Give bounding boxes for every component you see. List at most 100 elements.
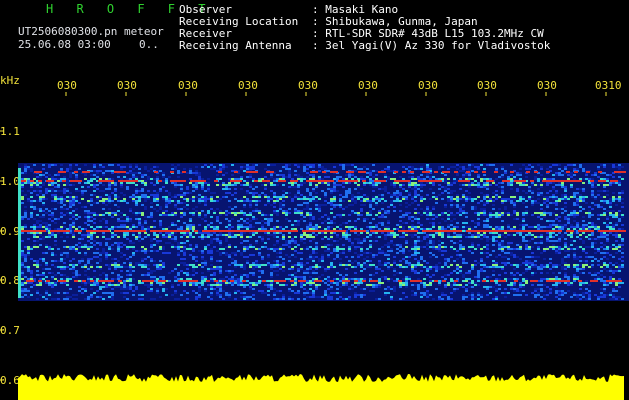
noise-cell — [564, 256, 567, 258]
noise-cell — [147, 236, 150, 238]
noise-cell — [297, 220, 300, 222]
noise-cell — [540, 242, 543, 244]
noise-cell — [258, 254, 261, 256]
noise-cell — [426, 214, 429, 216]
noise-cell — [183, 212, 186, 214]
noise-cell — [150, 246, 153, 248]
noise-cell — [564, 166, 567, 168]
noise-cell — [318, 198, 321, 200]
noise-cell — [69, 288, 72, 290]
noise-cell — [567, 196, 570, 198]
noise-cell — [465, 178, 468, 180]
noise-cell — [27, 190, 30, 192]
noise-cell — [399, 210, 402, 212]
noise-cell — [468, 250, 471, 252]
noise-cell — [333, 258, 336, 260]
noise-cell — [597, 206, 600, 208]
noise-cell — [108, 284, 111, 286]
noise-cell — [39, 282, 42, 284]
noise-cell — [603, 184, 606, 186]
noise-cell — [450, 166, 453, 168]
noise-cell — [294, 246, 297, 248]
noise-cell — [294, 208, 297, 210]
noise-cell — [30, 246, 33, 248]
noise-cell — [381, 232, 384, 234]
noise-cell — [591, 178, 594, 180]
noise-cell — [333, 228, 336, 230]
noise-cell — [417, 264, 420, 266]
noise-cell — [531, 196, 534, 198]
noise-cell — [231, 226, 234, 228]
noise-cell — [393, 280, 396, 282]
noise-cell — [252, 272, 255, 274]
noise-cell — [609, 254, 612, 256]
noise-cell — [606, 194, 609, 196]
noise-cell — [195, 182, 198, 184]
noise-cell — [510, 274, 513, 276]
noise-cell — [420, 264, 423, 266]
noise-cell — [297, 186, 300, 188]
noise-cell — [234, 182, 237, 184]
noise-cell — [117, 218, 120, 220]
noise-cell — [492, 260, 495, 262]
noise-cell — [60, 278, 63, 280]
noise-cell — [195, 166, 198, 168]
noise-cell — [480, 192, 483, 194]
noise-cell — [141, 246, 144, 248]
noise-cell — [447, 192, 450, 194]
noise-cell — [372, 232, 375, 234]
noise-cell — [396, 228, 399, 230]
noise-cell — [351, 262, 354, 264]
noise-cell — [228, 212, 231, 214]
noise-cell — [540, 166, 543, 168]
noise-cell — [612, 166, 615, 168]
noise-cell — [210, 198, 213, 200]
noise-cell — [567, 164, 570, 166]
noise-cell — [144, 182, 147, 184]
noise-cell — [321, 254, 324, 256]
noise-cell — [564, 238, 567, 240]
noise-cell — [606, 270, 609, 272]
noise-cell — [318, 166, 321, 168]
noise-cell — [546, 178, 549, 180]
noise-cell — [108, 286, 111, 288]
noise-cell — [255, 222, 258, 224]
noise-cell — [537, 188, 540, 190]
noise-cell — [300, 264, 303, 266]
noise-cell — [510, 164, 513, 166]
noise-cell — [618, 250, 621, 252]
noise-cell — [342, 248, 345, 250]
noise-cell — [156, 200, 159, 202]
noise-cell — [429, 240, 432, 242]
noise-cell — [483, 236, 486, 238]
noise-cell — [582, 268, 585, 270]
noise-cell — [561, 198, 564, 200]
noise-cell — [390, 266, 393, 268]
noise-cell — [273, 260, 276, 262]
noise-cell — [486, 238, 489, 240]
noise-cell — [249, 224, 252, 226]
noise-cell — [282, 228, 285, 230]
noise-cell — [468, 232, 471, 234]
noise-cell — [189, 232, 192, 234]
noise-cell — [306, 168, 309, 170]
noise-cell — [441, 226, 444, 228]
noise-cell — [147, 286, 150, 288]
noise-cell — [363, 198, 366, 200]
noise-cell — [600, 270, 603, 272]
noise-cell — [234, 198, 237, 200]
noise-cell — [105, 244, 108, 246]
noise-cell — [324, 246, 327, 248]
noise-cell — [600, 252, 603, 254]
noise-cell — [141, 264, 144, 266]
noise-cell — [573, 228, 576, 230]
noise-cell — [312, 228, 315, 230]
noise-cell — [369, 212, 372, 214]
noise-cell — [135, 286, 138, 288]
noise-cell — [420, 168, 423, 170]
noise-cell — [78, 252, 81, 254]
noise-cell — [60, 274, 63, 276]
noise-cell — [621, 240, 624, 242]
noise-cell — [444, 178, 447, 180]
noise-cell — [294, 186, 297, 188]
